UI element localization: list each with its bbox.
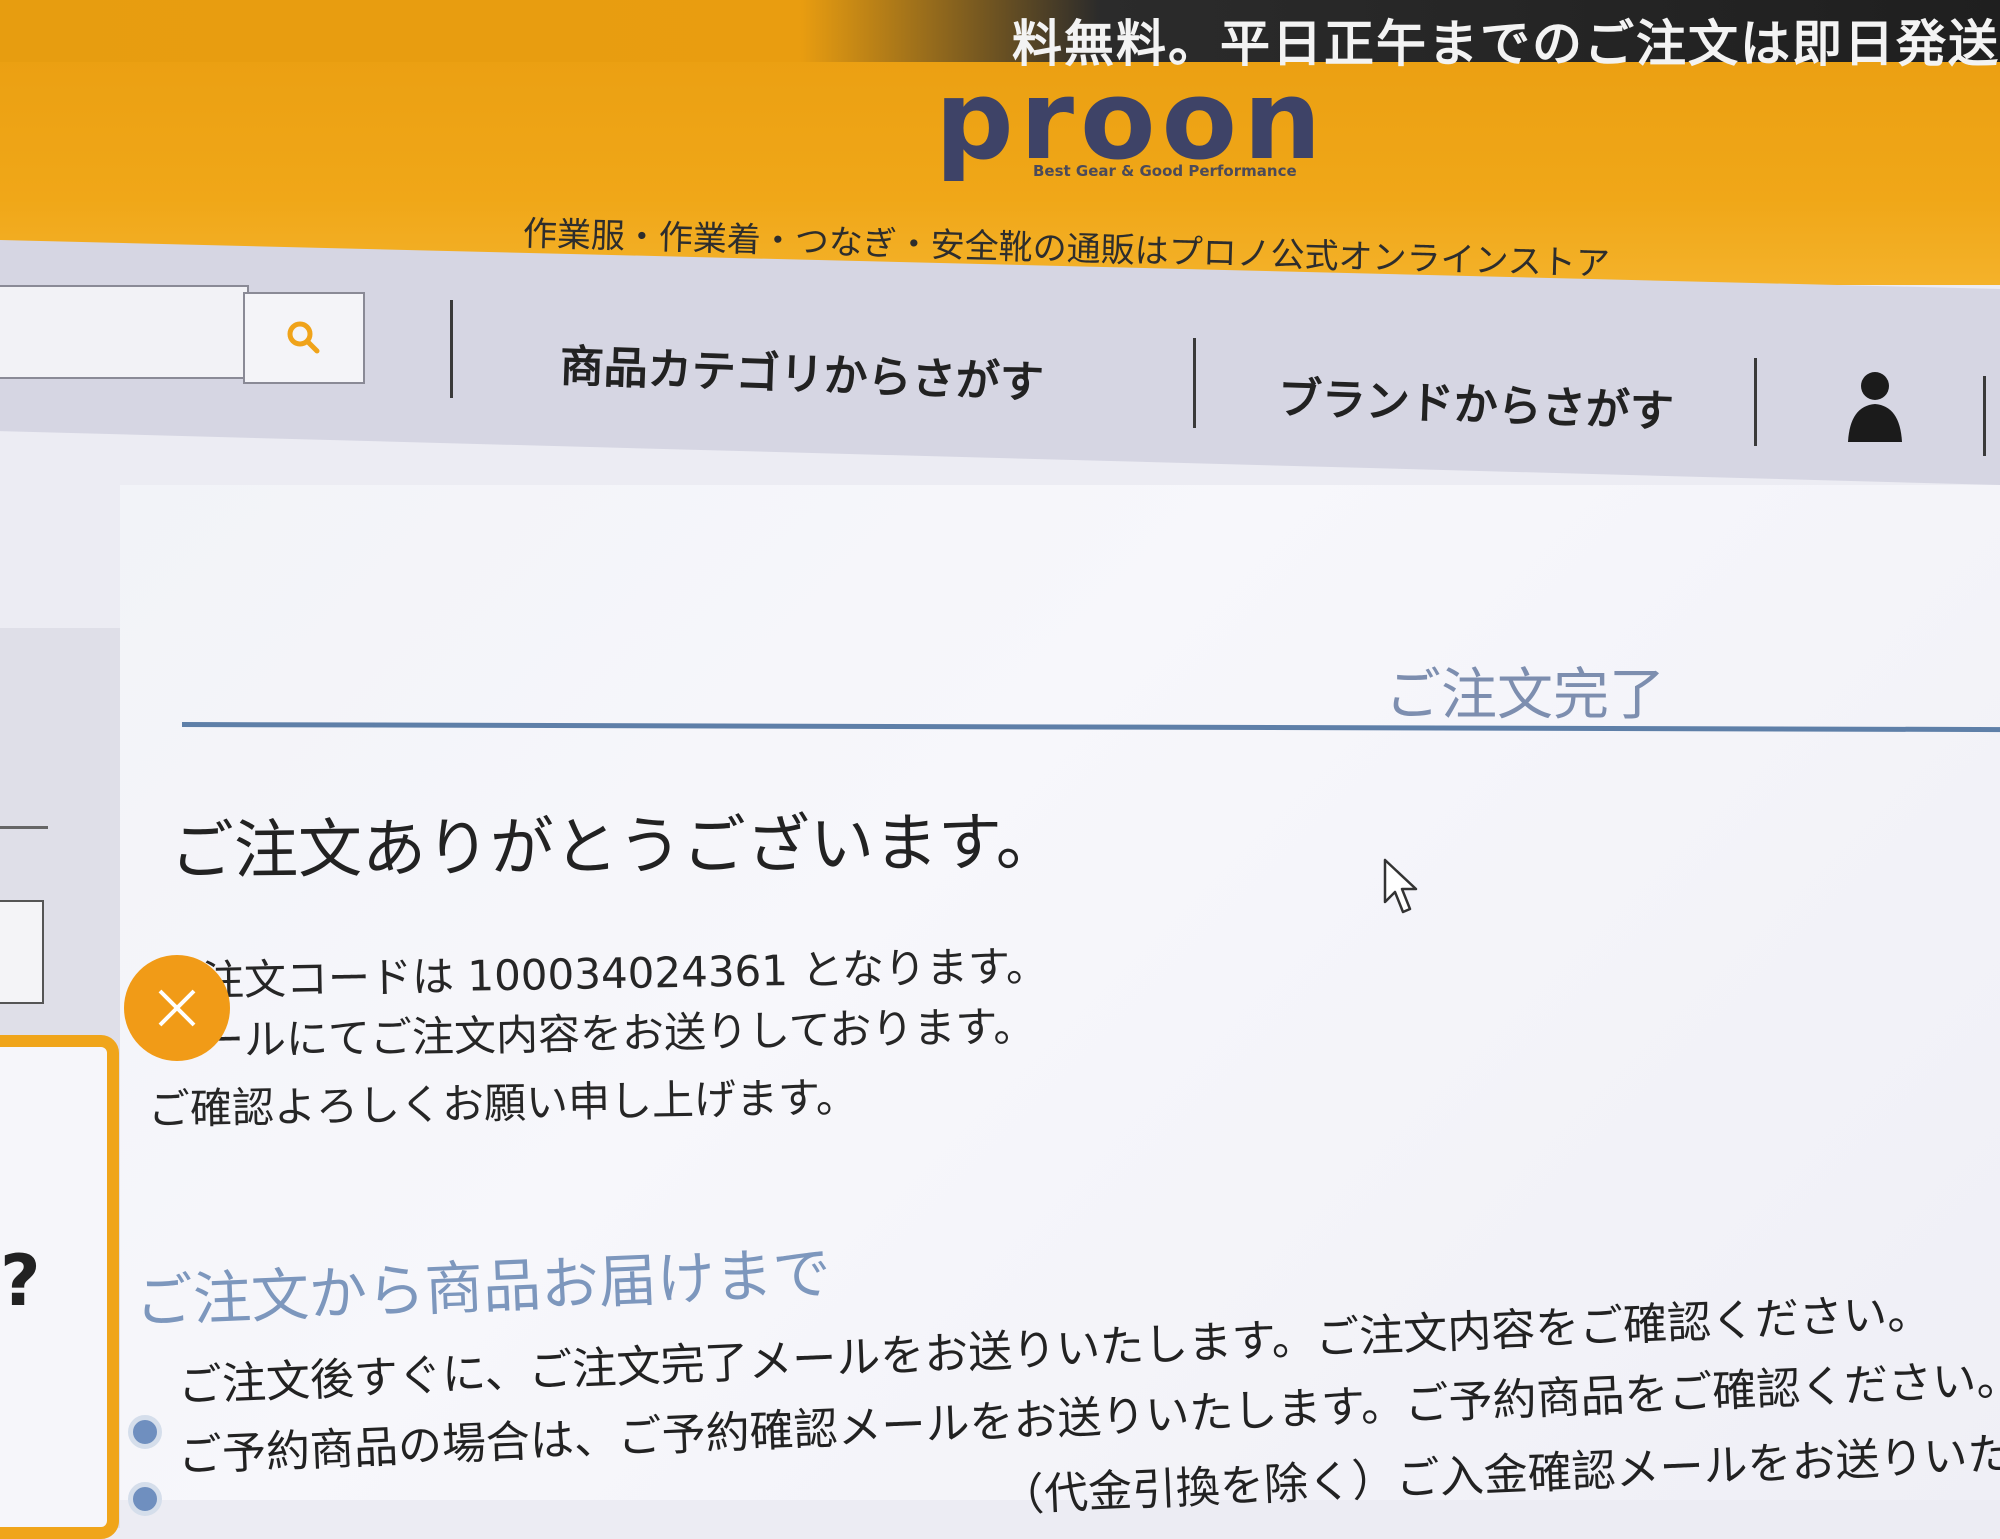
page-title: ご注文完了	[1385, 663, 1665, 728]
promo-bar: 料無料。平日正午までのご注文は即日発送	[0, 0, 2000, 73]
bullet-icon	[128, 1415, 162, 1449]
thanks-heading: ご注文ありがとうございます。	[169, 805, 1061, 889]
search-input[interactable]	[0, 285, 249, 379]
site-header: 料無料。平日正午までのご注文は即日発送 proon Best Gear & Go…	[0, 0, 2000, 285]
close-button[interactable]	[124, 955, 230, 1061]
search-button[interactable]	[243, 292, 365, 384]
sidebar-help-question: ?	[0, 1240, 41, 1322]
logo-wordmark: proon	[935, 56, 1328, 184]
nav-divider	[1983, 376, 1986, 456]
sidebar-box[interactable]	[0, 900, 44, 1004]
search-icon	[287, 321, 320, 354]
nav-divider	[1754, 358, 1757, 446]
bullet-icon	[128, 1482, 162, 1516]
account-button[interactable]	[1840, 370, 1910, 445]
nav-divider	[450, 300, 453, 398]
nav-divider	[1193, 338, 1196, 428]
sidebar-divider	[0, 826, 48, 829]
user-icon	[1848, 372, 1902, 442]
mouse-cursor-icon	[1383, 858, 1418, 914]
logo-tagline: Best Gear & Good Performance	[1033, 162, 1297, 180]
close-icon	[158, 989, 196, 1027]
site-logo[interactable]: proon Best Gear & Good Performance	[935, 56, 1328, 200]
confirm-request-text: ご確認よろしくお願い申し上げます。	[147, 1072, 859, 1134]
